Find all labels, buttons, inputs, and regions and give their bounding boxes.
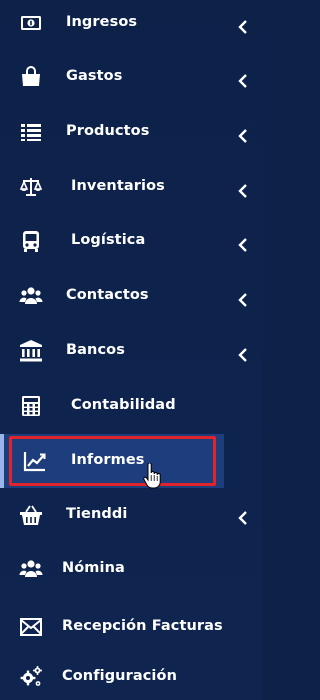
sidebar-item-recepcion-facturas[interactable]: Recepción Facturas <box>0 604 262 650</box>
sidebar-item-label: Recepción Facturas <box>62 618 223 634</box>
chevron-left-icon <box>236 128 250 144</box>
sidebar-item-label: Contactos <box>66 287 149 303</box>
sidebar-item-contabilidad[interactable]: Contabilidad <box>0 383 262 429</box>
chevron-left-icon <box>236 237 250 253</box>
cogs-icon <box>18 665 44 689</box>
sidebar-item-nomina[interactable]: Nómina <box>0 546 262 592</box>
sidebar-menu: Ingresos Gastos Productos Inventarios Lo… <box>0 0 262 700</box>
sidebar-item-label: Gastos <box>66 68 123 84</box>
sidebar-item-gastos[interactable]: Gastos <box>0 54 262 100</box>
chevron-left-icon <box>236 183 250 199</box>
users-icon <box>18 284 44 308</box>
sidebar-item-label: Inventarios <box>71 178 165 194</box>
list-icon <box>18 120 44 144</box>
chevron-left-icon <box>236 510 250 526</box>
users-icon <box>18 557 44 581</box>
chevron-left-icon <box>236 19 250 35</box>
chevron-left-icon <box>236 73 250 89</box>
money-icon <box>18 11 44 35</box>
sidebar-item-tienddi[interactable]: Tienddi <box>0 492 262 538</box>
sidebar-item-configuracion[interactable]: Configuración <box>0 654 262 700</box>
calculator-icon <box>18 394 44 418</box>
sidebar-item-bancos[interactable]: Bancos <box>0 328 262 374</box>
bank-icon <box>18 339 44 363</box>
sidebar-item-label: Configuración <box>62 668 177 684</box>
sidebar-item-ingresos[interactable]: Ingresos <box>0 0 262 46</box>
truck-icon <box>18 229 44 253</box>
balance-scale-icon <box>18 175 44 199</box>
shopping-basket-icon <box>18 503 44 527</box>
sidebar-item-contactos[interactable]: Contactos <box>0 273 262 319</box>
sidebar-item-logistica[interactable]: Logística <box>0 218 262 264</box>
sidebar-item-label: Tienddi <box>66 506 128 522</box>
sidebar-item-label: Logística <box>71 232 146 248</box>
hand-cursor-icon <box>143 462 161 489</box>
sidebar-item-inventarios[interactable]: Inventarios <box>0 164 262 210</box>
sidebar-item-label: Productos <box>66 123 150 139</box>
envelope-icon <box>18 615 44 639</box>
chevron-left-icon <box>236 292 250 308</box>
sidebar-item-productos[interactable]: Productos <box>0 109 262 155</box>
chevron-left-icon <box>236 347 250 363</box>
sidebar-item-label: Ingresos <box>66 14 138 30</box>
sidebar-item-label: Contabilidad <box>71 397 176 413</box>
sidebar-item-label: Bancos <box>66 342 125 358</box>
sidebar-item-label: Nómina <box>62 560 125 576</box>
shopping-bag-icon <box>18 65 44 89</box>
highlight-box <box>9 436 216 486</box>
